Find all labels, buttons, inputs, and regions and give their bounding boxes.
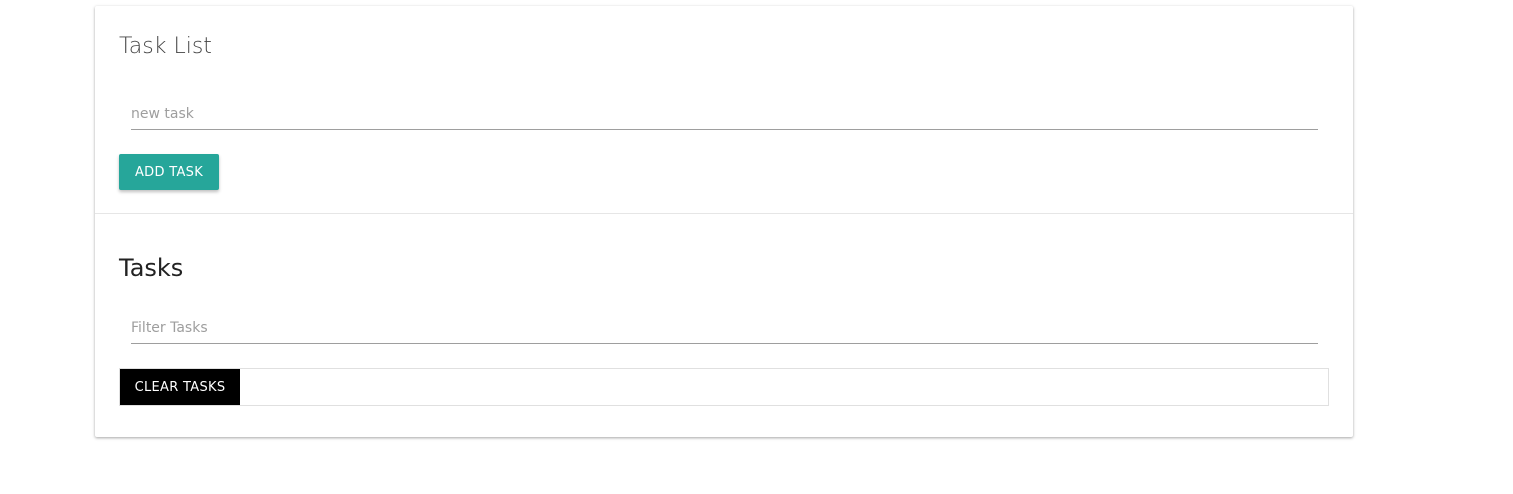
add-task-button[interactable]: ADD TASK [119, 154, 219, 190]
task-list-title: Task List [119, 34, 212, 59]
new-task-input[interactable] [131, 98, 1318, 130]
clear-tasks-button[interactable]: CLEAR TASKS [120, 369, 240, 405]
filter-tasks-input[interactable] [131, 312, 1318, 344]
task-card: Task List ADD TASK Tasks CLEAR TASKS [95, 6, 1353, 437]
tasks-section: Tasks CLEAR TASKS [95, 214, 1353, 437]
tasks-title: Tasks [119, 254, 184, 282]
task-collection: CLEAR TASKS [119, 368, 1329, 406]
add-task-section: Task List ADD TASK [95, 6, 1353, 214]
